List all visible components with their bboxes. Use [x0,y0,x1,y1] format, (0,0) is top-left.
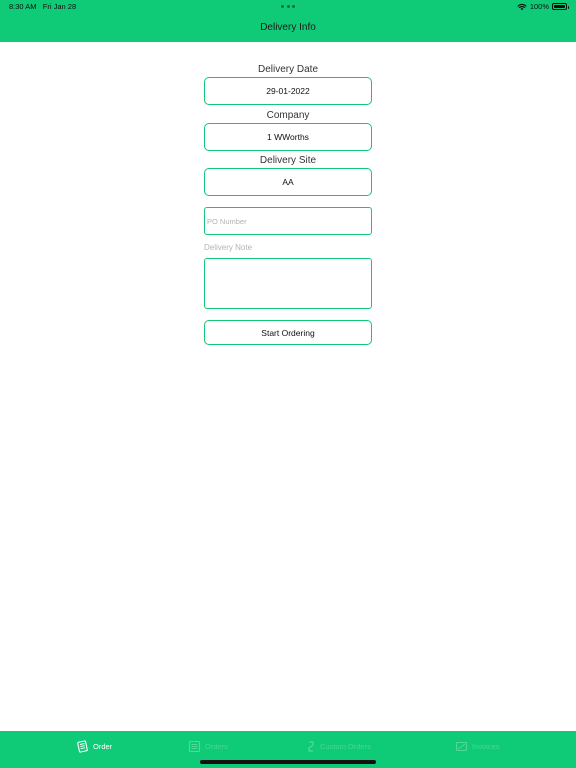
start-ordering-button[interactable]: Start Ordering [204,320,372,345]
order-icon [77,739,88,753]
delivery-note-label: Delivery Note [204,243,253,252]
company-label: Company [266,110,310,121]
home-indicator[interactable] [200,760,376,764]
status-time: 8:30 AM Fri Jan 28 [9,2,76,11]
delivery-site-field[interactable]: AA [204,168,372,196]
po-number-input[interactable] [204,207,372,235]
invoices-icon [455,741,468,751]
delivery-site-label: Delivery Site [259,155,317,166]
tab-orders[interactable]: Orders [188,739,228,753]
status-indicators: 100% [517,2,569,11]
company-field[interactable]: 1 WWorths [204,123,372,151]
wifi-icon [517,3,527,10]
delivery-date-label: Delivery Date [257,64,319,75]
tab-label: Order [93,741,113,751]
app-screen: 8:30 AM Fri Jan 28 100% Delivery Info De… [0,0,576,768]
orders-icon [188,740,201,752]
top-bar: 8:30 AM Fri Jan 28 100% Delivery Info [0,0,576,42]
tab-label: Orders [205,741,228,751]
page-title: Delivery Info [260,22,316,33]
tab-label: Custom Orders [320,741,371,751]
tab-invoices[interactable]: Invoices [455,739,500,753]
tab-order[interactable]: Order [76,739,112,753]
custom-orders-icon [308,740,314,752]
multitasking-dots[interactable] [281,5,295,8]
battery-icon [552,3,569,10]
tab-custom-orders[interactable]: Custom Orders [306,739,371,753]
status-date: Fri Jan 28 [42,2,77,11]
battery-percent: 100% [529,2,549,11]
tab-label: Invoices [472,741,500,751]
delivery-note-input[interactable] [204,258,372,309]
status-clock: 8:30 AM [9,2,37,11]
delivery-date-field[interactable]: 29-01-2022 [204,77,372,105]
